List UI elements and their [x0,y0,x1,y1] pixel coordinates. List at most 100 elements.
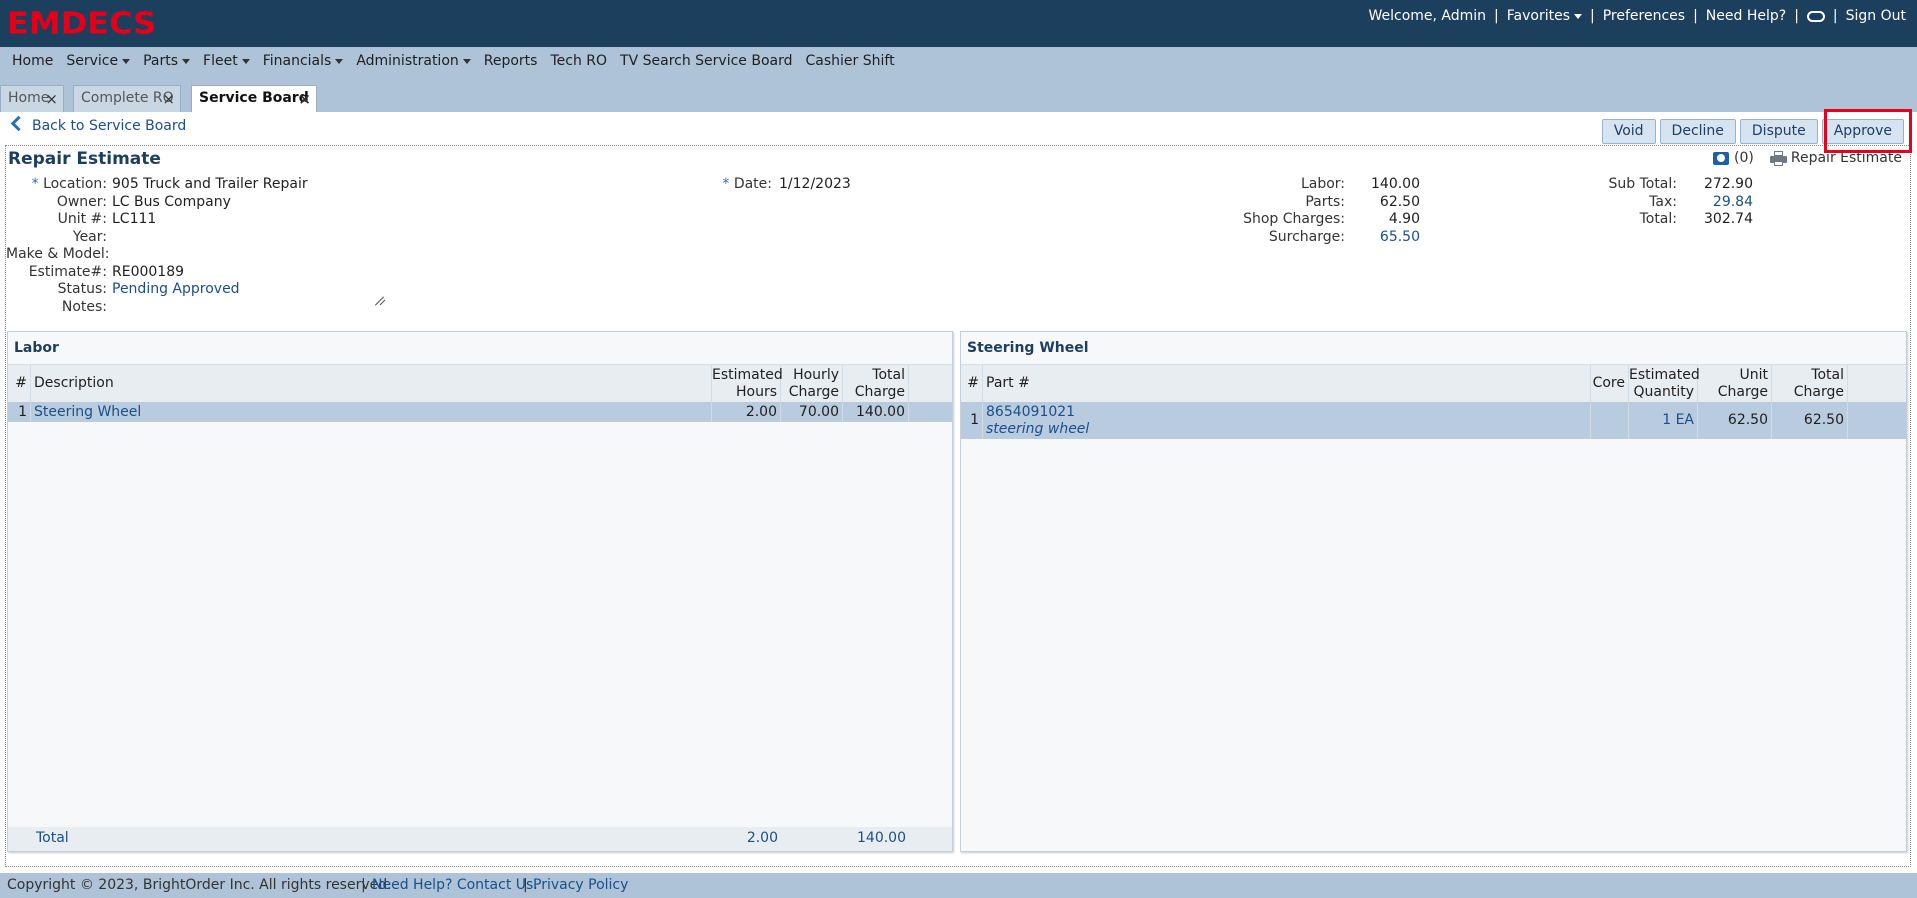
col-num[interactable]: # [8,365,31,402]
tax-value[interactable]: 29.84 [1696,194,1753,210]
table-row[interactable]: 1 8654091021 steering wheel 1 EA 62.50 6… [961,402,1906,439]
parts-grid: Steering Wheel # Part # Core Estimated Qu… [960,331,1907,852]
col-total-charge-line2: Charge [854,384,905,400]
notes-resize-handle[interactable] [376,296,386,306]
tab-home[interactable]: Home × [0,85,64,112]
menu-administration[interactable]: Administration [350,53,477,69]
col-part-number[interactable]: Part # [983,365,1591,402]
chevron-down-icon [335,58,344,64]
printer-icon[interactable] [1769,150,1787,166]
row-total-charge: 140.00 [843,402,909,422]
menu-tech-ro[interactable]: Tech RO [544,53,614,69]
camera-icon[interactable] [1713,151,1730,165]
row-description-link[interactable]: Steering Wheel [34,404,141,420]
approve-button[interactable]: Approve [1821,119,1904,144]
date-label-text: Date: [733,176,772,192]
col-hourly-charge-line2: Charge [788,384,839,400]
print-repair-estimate-link[interactable]: Repair Estimate [1791,150,1902,166]
back-to-service-board-link[interactable]: Back to Service Board [10,115,187,134]
close-icon[interactable]: × [298,87,311,112]
part-description: steering wheel [986,421,1090,437]
copyright-text: Copyright © 2023, BrightOrder Inc. All r… [7,877,392,893]
col-unit-charge[interactable]: Unit Charge [1698,365,1772,402]
page-title: Repair Estimate [8,149,161,169]
back-label: Back to Service Board [32,118,187,134]
estimate-number-value: RE000189 [112,264,185,280]
tab-bar: Home × Complete RO × Service Board × [0,75,1917,113]
row-num: 1 [8,402,31,422]
date-value: 1/12/2023 [779,176,851,192]
parts-charge-label: Parts: [1305,194,1345,210]
menu-fleet[interactable]: Fleet [197,53,257,69]
col-estimated-hours[interactable]: Estimated Hours [712,365,783,402]
unit-value: LC111 [112,211,157,227]
photos-count[interactable]: (0) [1734,150,1754,166]
chevron-left-icon [10,115,27,132]
tab-label: Complete RO [81,90,174,106]
contact-us-link[interactable]: Need Help? Contact Us. [372,873,538,898]
col-description[interactable]: Description [31,365,712,402]
col-unit-charge-line1: Unit [1739,367,1769,383]
separator: | [361,877,366,893]
col-estimated-quantity[interactable]: Estimated Quantity [1629,365,1700,402]
action-buttons: Void Decline Dispute Approve [1601,119,1904,144]
menu-service-label: Service [66,53,119,69]
labor-grid-header: # Description Estimated Hours Hourly Charg… [8,364,952,403]
table-row[interactable]: 1 Steering Wheel 2.00 70.00 140.00 [8,402,952,422]
tab-service-board[interactable]: Service Board × [191,85,317,113]
col-core[interactable]: Core [1591,365,1629,402]
menu-parts[interactable]: Parts [137,53,197,69]
preferences-link[interactable]: Preferences [1598,8,1690,24]
menu-reports[interactable]: Reports [478,53,545,69]
make-model-label: Make & Model: [6,246,110,262]
parts-grid-header: # Part # Core Estimated Quantity Unit Char… [961,364,1906,403]
dispute-button[interactable]: Dispute [1739,119,1818,144]
surcharge-value[interactable]: 65.50 [1366,229,1420,245]
col-total-charge[interactable]: Total Charge [843,365,909,402]
need-help-link[interactable]: Need Help? [1701,8,1791,24]
year-label: Year: [72,229,107,245]
close-icon[interactable]: × [45,87,58,112]
part-number-link[interactable]: 8654091021 [986,404,1590,421]
quantity-link[interactable]: 1 EA [1662,412,1694,428]
user-nav: Welcome, Admin | Favorites | Preferences… [1363,6,1911,26]
row-estimated-quantity[interactable]: 1 EA [1629,402,1698,439]
menu-tv-search-service-board[interactable]: TV Search Service Board [614,53,799,69]
col-estimated-hours-line1: Estimated [712,367,783,383]
total-label: Total: [1639,211,1677,227]
void-button[interactable]: Void [1601,119,1656,144]
col-num[interactable]: # [961,365,983,402]
separator: | [1590,8,1595,24]
owner-value: LC Bus Company [112,194,231,210]
col-hourly-charge[interactable]: Hourly Charge [781,365,843,402]
owner-label: Owner: [56,194,107,210]
sign-out-link[interactable]: Sign Out [1841,8,1911,24]
sub-total-value: 272.90 [1704,176,1753,192]
menu-financials[interactable]: Financials [257,53,351,69]
col-total-charge-line1: Total [872,367,905,383]
field-location: * Location: 905 Truck and Trailer Repair [6,176,308,193]
row-description[interactable]: Steering Wheel [31,402,712,422]
menu-financials-label: Financials [262,53,332,69]
privacy-policy-link[interactable]: Privacy Policy [533,873,628,898]
decline-button[interactable]: Decline [1659,119,1736,144]
shop-charges-label: Shop Charges: [1243,211,1345,227]
col-estimated-quantity-line1: Estimated [1629,367,1700,383]
menu-home[interactable]: Home [6,53,60,69]
required-marker: * [31,176,44,192]
tab-complete-ro[interactable]: Complete RO × [73,85,181,112]
parts-charge-value: 62.50 [1379,194,1420,210]
footer-total-hours: 2.00 [746,830,778,846]
favorites-menu[interactable]: Favorites [1502,8,1587,24]
app-logo[interactable]: EMDECS [7,7,156,39]
chat-button[interactable] [1802,8,1830,24]
content-area: Back to Service Board Void Decline Dispu… [0,112,1917,873]
menu-service[interactable]: Service [60,53,137,69]
close-icon[interactable]: × [162,87,175,112]
menu-cashier-shift[interactable]: Cashier Shift [800,53,902,69]
labor-grid-footer: Total 2.00 140.00 [8,827,952,851]
labor-charge-value: 140.00 [1371,176,1420,192]
row-total-charge: 62.50 [1772,402,1848,439]
status-label: Status: [57,281,107,297]
col-total-charge[interactable]: Total Charge [1772,365,1848,402]
